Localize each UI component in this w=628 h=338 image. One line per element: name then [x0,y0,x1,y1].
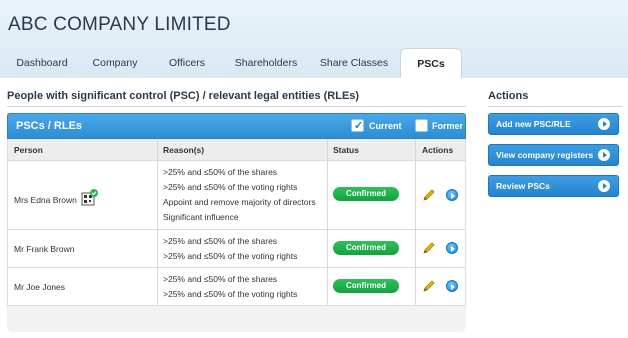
actions-divider [488,106,622,107]
reason-item: Significant influence [163,212,239,222]
person-name[interactable]: Mrs Edna Brown [14,195,77,205]
person-name[interactable]: Mr Frank Brown [14,244,74,254]
tab-share-classes[interactable]: Share Classes [310,48,398,78]
pencil-icon[interactable] [422,188,436,202]
column-divider [415,139,416,160]
pencil-icon[interactable] [422,241,436,255]
table-header-row: Person Reason(s) Status Actions [8,139,465,161]
reason-item: >25% and ≤50% of the voting rights [163,251,298,261]
former-checkbox[interactable] [415,119,428,132]
reason-item: Appoint and remove majority of directors [163,197,316,207]
section-title: People with significant control (PSC) / … [7,90,360,102]
former-label: Former [432,121,464,131]
status-badge[interactable]: Confirmed [333,279,399,293]
tab-dashboard[interactable]: Dashboard [6,48,78,78]
column-divider [157,139,158,160]
arrow-right-circle-icon[interactable] [446,189,458,201]
column-divider [327,139,328,160]
column-divider [327,161,328,229]
reason-item: >25% and ≤50% of the voting rights [163,289,298,299]
check-badge-icon [90,189,98,197]
column-divider [327,268,328,305]
table-row: Mr Frank Brown >25% and ≤50% of the shar… [8,230,465,268]
current-checkbox[interactable]: ✓ [351,119,364,132]
qr-code-icon [81,189,98,206]
column-divider [415,161,416,229]
column-divider [415,268,416,305]
table-row: Mr Joe Jones >25% and ≤50% of the shares… [8,268,465,306]
psc-table: Person Reason(s) Status Actions Mrs Edna… [7,139,466,306]
reason-item: >25% and ≤50% of the shares [163,167,278,177]
column-divider [157,268,158,305]
arrow-right-circle-icon [598,149,610,161]
section-divider [7,106,466,107]
reasons-list: >25% and ≤50% of the shares >25% and ≤50… [163,272,297,302]
column-divider [327,230,328,267]
header-status: Status [333,145,359,155]
header-reasons: Reason(s) [163,145,205,155]
person-name[interactable]: Mr Joe Jones [14,282,65,292]
main-tabs: Dashboard Company Officers Shareholders … [6,48,462,78]
reason-item: >25% and ≤50% of the shares [163,274,278,284]
column-divider [415,230,416,267]
tab-shareholders[interactable]: Shareholders [222,48,310,78]
company-name: ABC COMPANY LIMITED [8,14,231,35]
button-label: Review PSCs [496,181,550,191]
status-badge[interactable]: Confirmed [333,241,399,255]
button-label: View company registers [496,150,594,160]
panel-header: PSCs / RLEs ✓ Current Former [7,113,466,139]
reasons-list: >25% and ≤50% of the shares >25% and ≤50… [163,234,297,264]
header-actions: Actions [422,145,454,155]
check-icon: ✓ [354,120,364,132]
pencil-icon[interactable] [422,279,436,293]
arrow-right-circle-icon [598,180,610,192]
status-badge[interactable]: Confirmed [333,187,399,201]
panel-title: PSCs / RLEs [16,120,83,132]
arrow-right-circle-icon[interactable] [446,280,458,292]
tab-company[interactable]: Company [78,48,152,78]
table-row: Mrs Edna Brown >25% and ≤50% of the shar… [8,161,465,230]
add-new-psc-button[interactable]: Add new PSC/RLE [488,113,619,135]
reason-item: >25% and ≤50% of the shares [163,236,278,246]
column-divider [157,230,158,267]
actions-title: Actions [488,90,529,102]
view-company-registers-button[interactable]: View company registers [488,144,619,166]
tab-pscs[interactable]: PSCs [400,48,462,78]
column-divider [157,161,158,229]
arrow-right-circle-icon [598,118,610,130]
header: ABC COMPANY LIMITED Dashboard Company Of… [0,0,628,78]
button-label: Add new PSC/RLE [496,119,571,129]
tab-officers[interactable]: Officers [152,48,222,78]
reason-item: >25% and ≤50% of the voting rights [163,182,298,192]
arrow-right-circle-icon[interactable] [446,242,458,254]
header-person: Person [14,145,43,155]
reasons-list: >25% and ≤50% of the shares >25% and ≤50… [163,165,316,225]
review-pscs-button[interactable]: Review PSCs [488,175,619,197]
current-label: Current [369,121,402,131]
